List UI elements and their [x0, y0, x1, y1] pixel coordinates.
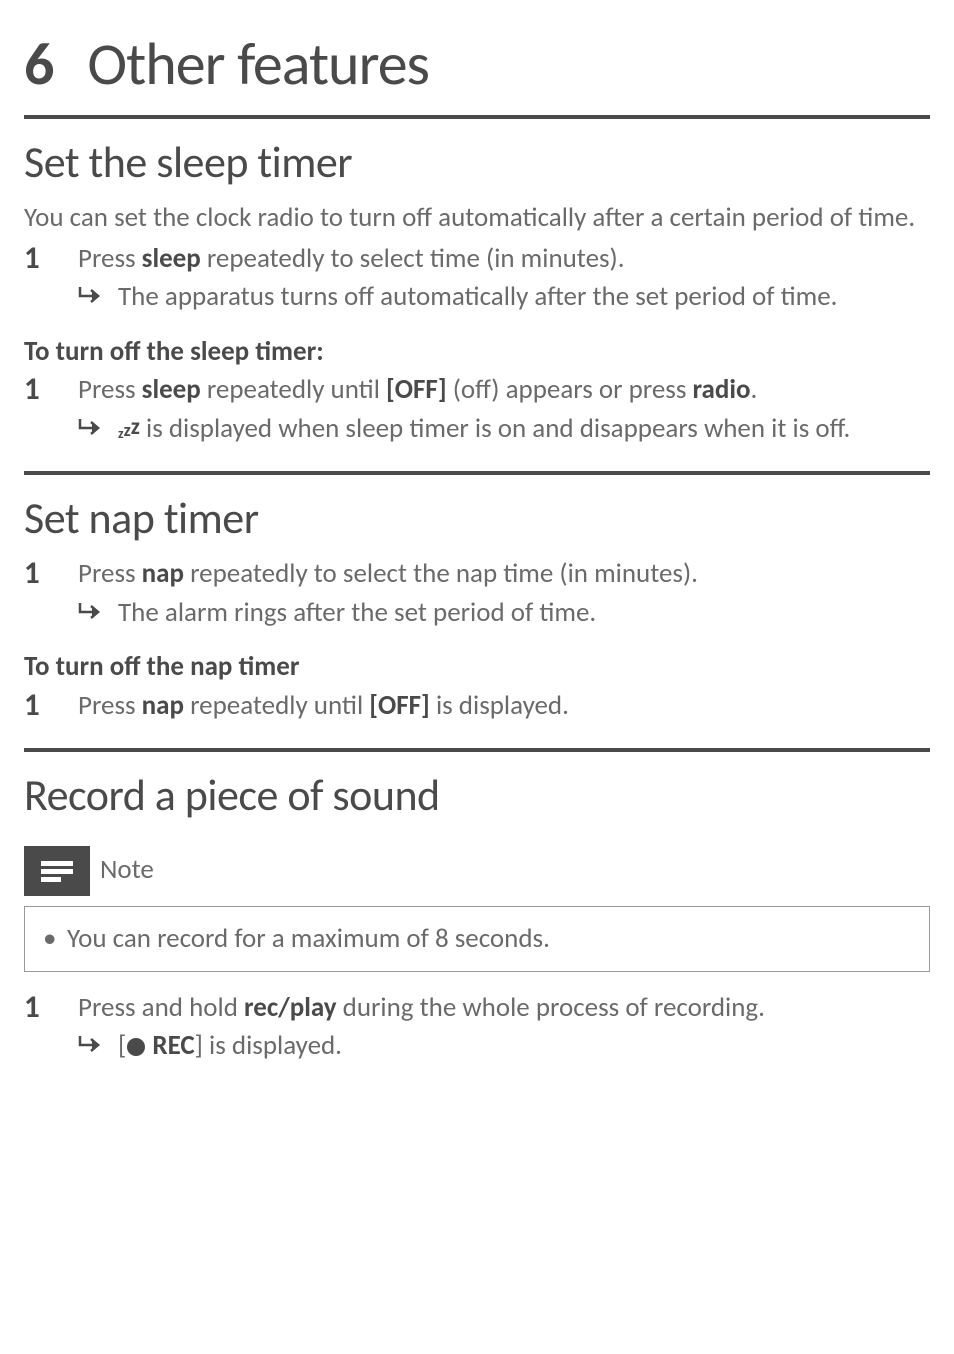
result-text: [ REC] is displayed. — [118, 1028, 930, 1064]
note-text: You can record for a maximum of 8 second… — [67, 921, 911, 957]
step-text: Press sleep repeatedly to select time (i… — [78, 241, 930, 277]
result-row: [ REC] is displayed. — [78, 1028, 930, 1064]
sub-heading: To turn off the nap timer — [24, 649, 930, 685]
note-box: • You can record for a maximum of 8 seco… — [24, 906, 930, 972]
display-code: REC — [152, 1029, 194, 1062]
result-row: zzz is displayed when sleep timer is on … — [78, 411, 930, 447]
button-label: sleep — [142, 242, 201, 275]
step-number: 1 — [24, 688, 78, 724]
step-text: Press nap repeatedly to select the nap t… — [78, 556, 930, 592]
note-bullet: • You can record for a maximum of 8 seco… — [43, 921, 911, 957]
step-number: 1 — [24, 372, 78, 408]
button-label: radio — [693, 373, 751, 406]
section-title-record: Record a piece of sound — [24, 766, 930, 825]
chapter-title: 6 Other features — [24, 24, 930, 105]
button-label: rec/play — [244, 991, 337, 1024]
section-title-sleep: Set the sleep timer — [24, 133, 930, 192]
step-number: 1 — [24, 990, 78, 1026]
result-arrow-icon — [78, 1028, 118, 1054]
divider — [24, 471, 930, 475]
step-row: 1 Press nap repeatedly to select the nap… — [24, 556, 930, 592]
sub-heading: To turn off the sleep timer: — [24, 334, 930, 370]
display-code: [OFF] — [369, 689, 430, 722]
chapter-number: 6 — [24, 28, 53, 101]
button-label: nap — [142, 557, 184, 590]
step-row: 1 Press and hold rec/play during the who… — [24, 990, 930, 1026]
display-code: [OFF] — [386, 373, 447, 406]
step-row: 1 Press sleep repeatedly to select time … — [24, 241, 930, 277]
intro-text: You can set the clock radio to turn off … — [24, 200, 930, 236]
step-text: Press sleep repeatedly until [OFF] (off)… — [78, 372, 930, 408]
divider — [24, 115, 930, 119]
result-arrow-icon — [78, 595, 118, 621]
step-text: Press nap repeatedly until [OFF] is disp… — [78, 688, 930, 724]
zzz-icon: zzz — [118, 412, 140, 445]
record-dot-icon — [126, 1037, 146, 1057]
result-text: The alarm rings after the set period of … — [118, 595, 930, 631]
section-title-nap: Set nap timer — [24, 489, 930, 548]
bullet-icon: • — [43, 921, 67, 957]
note-header: Note — [24, 846, 930, 896]
step-text: Press and hold rec/play during the whole… — [78, 990, 930, 1026]
result-arrow-icon — [78, 411, 118, 437]
result-row: The apparatus turns off automatically af… — [78, 279, 930, 315]
step-number: 1 — [24, 556, 78, 592]
divider — [24, 748, 930, 752]
chapter-title-text: Other features — [87, 28, 429, 101]
button-label: nap — [142, 689, 184, 722]
result-text: The apparatus turns off automatically af… — [118, 279, 930, 315]
result-arrow-icon — [78, 279, 118, 305]
step-row: 1 Press nap repeatedly until [OFF] is di… — [24, 688, 930, 724]
button-label: sleep — [142, 373, 201, 406]
note-icon — [24, 846, 90, 896]
step-number: 1 — [24, 241, 78, 277]
note-label: Note — [100, 852, 154, 888]
step-row: 1 Press sleep repeatedly until [OFF] (of… — [24, 372, 930, 408]
result-text: zzz is displayed when sleep timer is on … — [118, 411, 930, 447]
result-row: The alarm rings after the set period of … — [78, 595, 930, 631]
